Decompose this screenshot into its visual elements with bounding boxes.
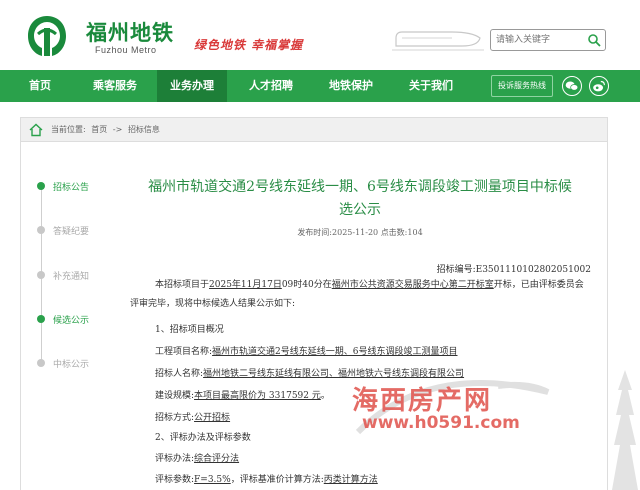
field-value: 丙类计算方法	[323, 475, 378, 485]
field-value: F=3.5%	[194, 475, 231, 485]
field-label: 评标办法:	[155, 454, 195, 464]
fuzhou-metro-logo-icon[interactable]	[22, 14, 72, 58]
intro-text: 评审完毕，现将中标候选人结果公示如下:	[130, 299, 296, 309]
intro-date: 2025年11月17日	[209, 280, 282, 290]
article-title-line2: 选公示	[339, 202, 381, 218]
article-title: 福州市轨道交通2号线东延线一期、6号线东调段竣工测量项目中标候 选公示	[130, 176, 590, 222]
field-label: 建设规模:	[155, 391, 195, 401]
slogan: 绿色地铁 幸福掌握	[194, 38, 304, 52]
logo-chinese-text: 福州地铁	[86, 21, 174, 45]
method-row: 招标方式:公开招标	[155, 410, 230, 423]
timeline-label: 答疑纪要	[53, 227, 90, 237]
breadcrumb: 当前位置: 首页 -> 招标信息	[20, 117, 608, 142]
breadcrumb-home-link[interactable]: 首页	[91, 125, 107, 134]
main-nav: 首页 乘客服务 业务办理 人才招聘 地铁保护 关于我们 投诉服务热线	[0, 70, 640, 102]
breadcrumb-prefix: 当前位置:	[51, 125, 86, 134]
intro-place: 福州市公共资源交易服务中心第二开标室	[331, 280, 494, 290]
article-title-line1: 福州市轨道交通2号线东延线一期、6号线东调段竣工测量项目中标候	[148, 179, 572, 195]
timeline-dot	[37, 182, 45, 190]
timeline-dot	[37, 315, 45, 323]
section-heading-overview: 1、招标项目概况	[155, 325, 224, 335]
publish-label: 发布时间:	[297, 228, 333, 237]
timeline-label: 补充通知	[53, 272, 90, 282]
field-value: 公开招标	[194, 413, 231, 423]
timeline-label: 招标公告	[53, 183, 90, 193]
tender-code: 招标编号:E3501110102802051002	[437, 262, 591, 275]
publish-date: 2025-11-20	[332, 228, 379, 237]
clicks-count: 104	[407, 228, 423, 237]
field-value: 本项目最高限价为 3317592 元	[194, 391, 321, 401]
train-illustration-icon	[392, 31, 484, 51]
search-input[interactable]	[496, 32, 582, 48]
timeline-label: 中标公示	[53, 360, 90, 370]
tender-code-value: E3501110102802051002	[475, 265, 591, 275]
field-label: 工程项目名称:	[155, 347, 213, 357]
project-name-row: 工程项目名称:福州市轨道交通2号线东延线一期、6号线东调段竣工测量项目	[155, 344, 458, 357]
article-meta: 发布时间:2025-11-20 点击数:104	[130, 227, 590, 238]
breadcrumb-current[interactable]: 招标信息	[128, 125, 160, 134]
field-label: 招标人名称:	[155, 369, 204, 379]
nav-item-business[interactable]: 业务办理	[157, 70, 227, 102]
search-box	[490, 29, 606, 51]
field-label: ，评标基准价计算方法:	[230, 475, 324, 485]
site-header: 福州地铁 Fuzhou Metro 绿色地铁 幸福掌握	[0, 0, 640, 70]
timeline-dot	[37, 226, 45, 234]
nav-item-passenger-service[interactable]: 乘客服务	[80, 70, 150, 102]
home-icon[interactable]	[29, 123, 43, 137]
intro-paragraph: 本招标项目于2025年11月17日09时40分在福州市公共资源交易服务中心第二开…	[130, 276, 592, 314]
nav-item-about-us[interactable]: 关于我们	[396, 70, 466, 102]
timeline-label: 候选公示	[53, 316, 90, 326]
field-value: 综合评分法	[194, 454, 240, 464]
field-label: 评标参数:	[155, 475, 195, 485]
field-value: 福州市轨道交通2号线东延线一期、6号线东调段竣工测量项目	[212, 347, 458, 357]
breadcrumb-path: 当前位置: 首页 -> 招标信息	[51, 124, 163, 135]
nav-item-metro-protection[interactable]: 地铁保护	[316, 70, 386, 102]
weibo-icon[interactable]	[589, 76, 609, 96]
tender-code-label: 招标编号:	[436, 265, 476, 275]
watermark-url: www.h0591.com	[362, 413, 520, 433]
nav-item-recruitment[interactable]: 人才招聘	[236, 70, 306, 102]
nav-item-home[interactable]: 首页	[10, 70, 70, 102]
search-icon[interactable]	[587, 33, 601, 47]
scale-row: 建设规模:本项目最高限价为 3317592 元。	[155, 391, 330, 401]
clicks-label: 点击数:	[380, 228, 408, 237]
eval-param-row: 评标参数:F=3.5%，评标基准价计算方法:丙类计算方法	[155, 472, 378, 485]
timeline-dot	[37, 271, 45, 279]
pagoda-silhouette-icon	[612, 370, 638, 490]
intro-text: 开标，已由评标委员会	[493, 280, 584, 290]
intro-text: 本招标项目于	[155, 280, 210, 290]
timeline-dot	[37, 359, 45, 367]
complaint-hotline-button[interactable]: 投诉服务热线	[491, 75, 553, 97]
watermark-text: 海西房产网	[352, 386, 493, 416]
field-label: 招标方式:	[155, 413, 195, 423]
eval-method-row: 评标办法:综合评分法	[155, 451, 239, 464]
section-heading-evaluation: 2、评标办法及评标参数	[155, 433, 251, 443]
logo-english-text: Fuzhou Metro	[95, 45, 157, 55]
breadcrumb-separator: ->	[112, 125, 123, 134]
wechat-icon[interactable]	[562, 76, 582, 96]
intro-text: 09时40分在	[281, 280, 332, 290]
